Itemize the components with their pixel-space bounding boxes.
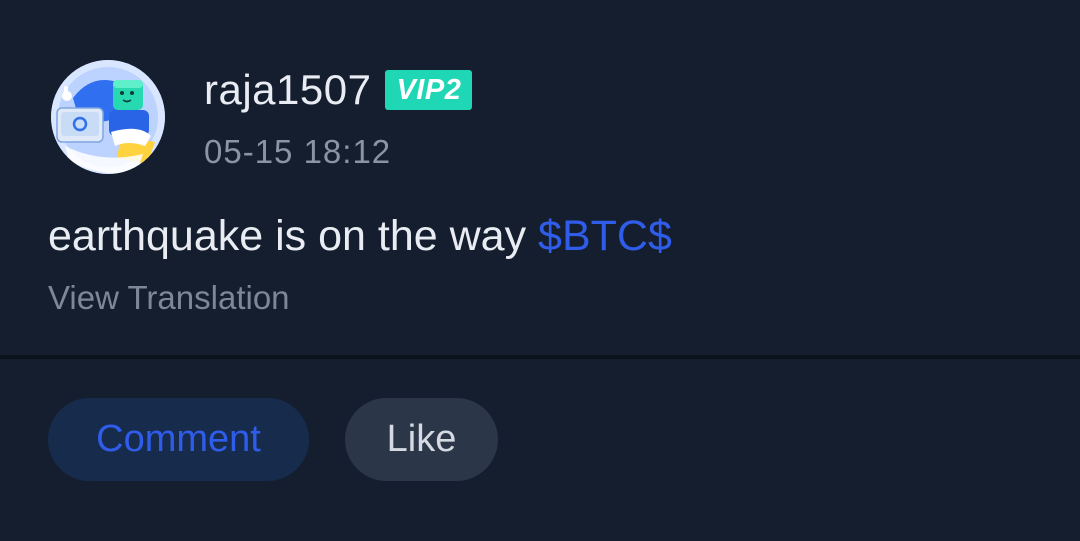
author-row: raja1507 VIP2 — [204, 66, 473, 114]
vip-badge: VIP2 — [385, 70, 473, 110]
view-translation-link[interactable]: View Translation — [48, 278, 290, 318]
post-body: earthquake is on the way $BTC$ — [48, 210, 672, 262]
cartoon-avatar-icon — [51, 60, 165, 174]
username[interactable]: raja1507 — [204, 66, 371, 114]
btc-tag-link[interactable]: $BTC$ — [538, 212, 672, 260]
divider — [0, 355, 1080, 359]
avatar[interactable] — [51, 60, 165, 174]
post-text: earthquake is on the way — [48, 212, 539, 260]
comment-button[interactable]: Comment — [48, 398, 309, 481]
post-card: raja1507 VIP2 05-15 18:12 earthquake is … — [0, 0, 1080, 541]
post-timestamp: 05-15 18:12 — [204, 133, 392, 170]
like-button[interactable]: Like — [345, 398, 498, 481]
